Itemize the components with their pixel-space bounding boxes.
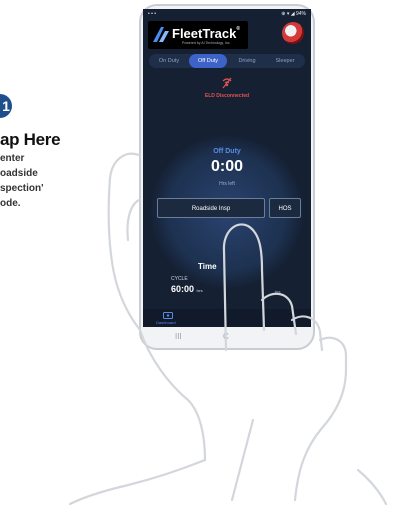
stage: 1 ap Here enter oadside spection' ode. •…: [0, 0, 409, 507]
hand-illustration: [68, 152, 388, 506]
